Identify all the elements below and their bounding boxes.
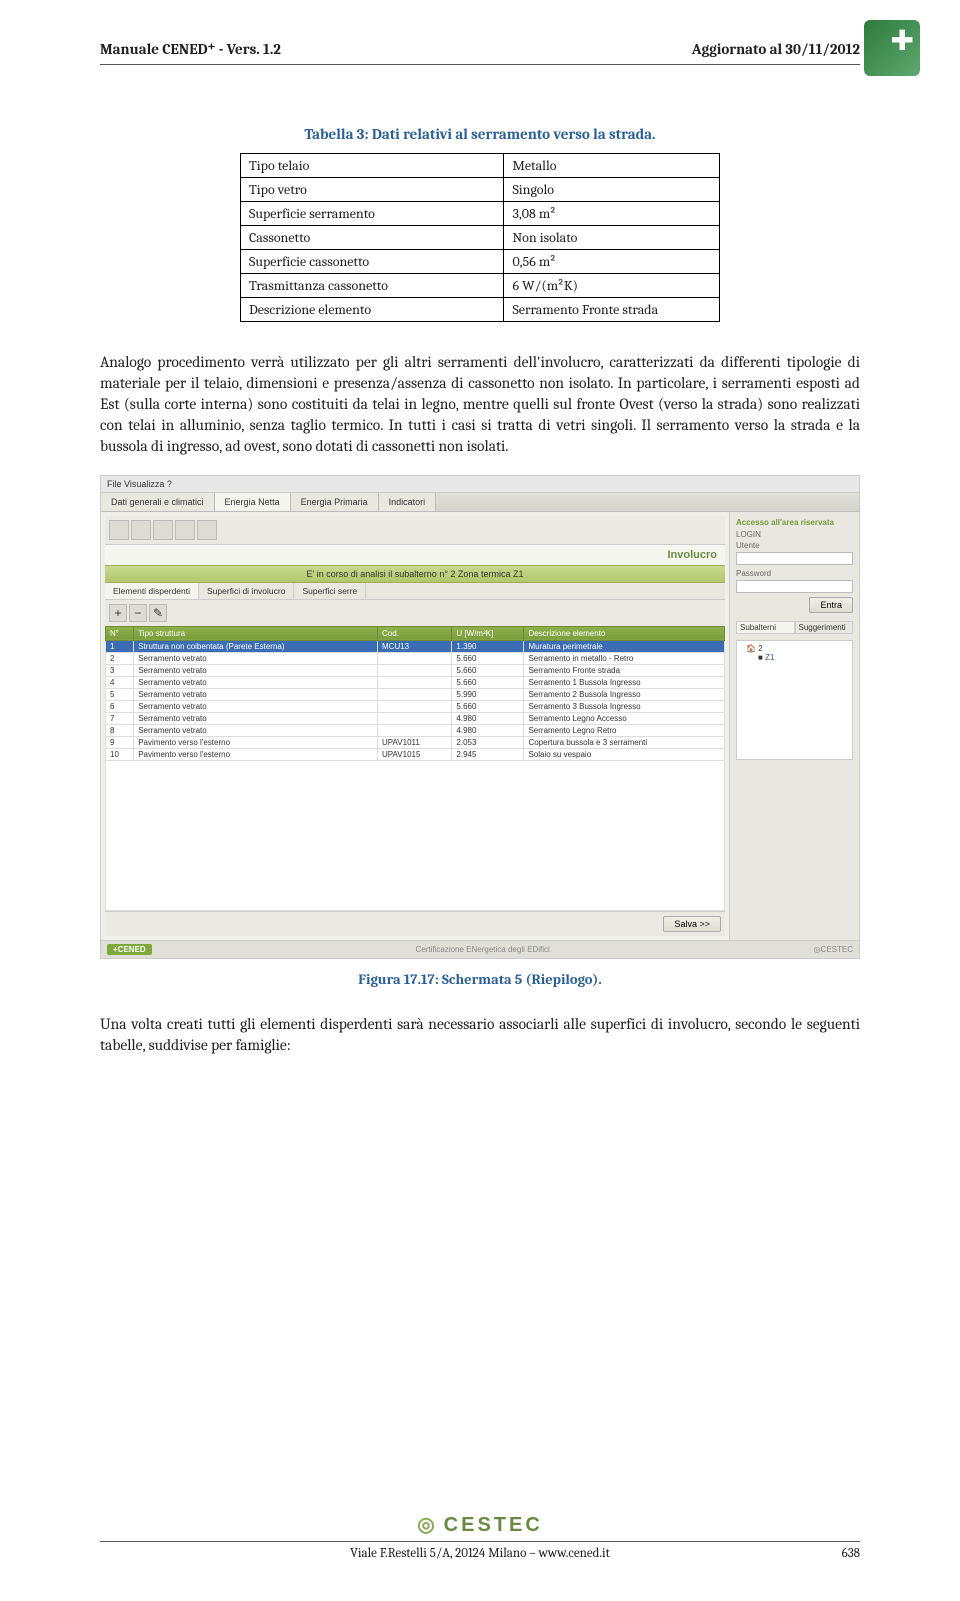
side-heading: Accesso all'area riservata [736, 518, 853, 527]
footer-address: Viale F.Restelli 5/A, 20124 Milano – www… [150, 1546, 810, 1561]
grid-row[interactable]: 2Serramento vetrato5.660Serramento in me… [106, 652, 725, 664]
status-bar: E' in corso di analisi il subalterno n° … [105, 565, 725, 583]
cestec-brand-small: ◎CESTEC [814, 945, 853, 954]
header-left: Manuale CENED⁺ - Vers. 1.2 [100, 40, 281, 58]
footer-logo: CESTEC [100, 1512, 860, 1537]
footer-rule [100, 1541, 860, 1542]
entra-button[interactable]: Entra [809, 597, 853, 613]
data-table: Tipo telaioMetalloTipo vetroSingoloSuper… [240, 153, 720, 322]
figure-caption: Figura 17.17: Schermata 5 (Riepilogo). [100, 971, 860, 988]
header-rule [100, 64, 860, 65]
subtab-superfici-serre[interactable]: Superfici serre [294, 583, 366, 599]
table-row: Superficie serramento3,08 m² [241, 202, 720, 226]
tab-energia-netta[interactable]: Energia Netta [215, 493, 291, 511]
brand-logo-icon [864, 20, 920, 76]
table-row: Descrizione elementoSerramento Fronte st… [241, 298, 720, 322]
cestec-logo-icon: CESTEC [417, 1512, 543, 1537]
col-desc[interactable]: Descrizione elemento [524, 626, 725, 640]
col-tipo[interactable]: Tipo struttura [134, 626, 378, 640]
app-footer-center: Certificazione ENergetica degli EDifici [415, 945, 549, 954]
toolbar-icon[interactable] [109, 520, 129, 540]
tab-dati-generali[interactable]: Dati generali e climatici [101, 493, 215, 511]
grid-row[interactable]: 10Pavimento verso l'esternoUPAV10152.945… [106, 748, 725, 760]
grid-footer: Salva >> [105, 911, 725, 936]
grid-row[interactable]: 6Serramento vetrato5.660Serramento 3 Bus… [106, 700, 725, 712]
toolbar-icon[interactable] [175, 520, 195, 540]
grid-toolbar: + − ✎ [105, 600, 725, 626]
toolbar-icon[interactable] [153, 520, 173, 540]
table-row: Trasmittanza cassonetto6 W/(m²K) [241, 274, 720, 298]
side-tab-suggerimenti[interactable]: Suggerimenti [795, 621, 854, 634]
icon-toolbar [105, 516, 725, 545]
tab-energia-primaria[interactable]: Energia Primaria [291, 493, 379, 511]
sub-tabs: Elementi disperdenti Superfici di involu… [105, 583, 725, 600]
page-footer: CESTEC Viale F.Restelli 5/A, 20124 Milan… [100, 1512, 860, 1561]
tree-root[interactable]: 2 [758, 644, 762, 653]
page-header: Manuale CENED⁺ - Vers. 1.2 Aggiornato al… [100, 40, 860, 58]
side-tab-subalterni[interactable]: Subalterni [736, 621, 795, 634]
tab-indicatori[interactable]: Indicatori [379, 493, 437, 511]
toolbar-icon[interactable] [131, 520, 151, 540]
paragraph-1: Analogo procedimento verrà utilizzato pe… [100, 352, 860, 457]
grid-empty-area [105, 761, 725, 911]
elements-grid[interactable]: N° Tipo struttura Cod. U [W/m²K] Descriz… [105, 626, 725, 761]
col-n[interactable]: N° [106, 626, 134, 640]
cened-brand: +CENED [107, 944, 152, 955]
subtab-superfici-involucro[interactable]: Superfici di involucro [199, 583, 294, 599]
grid-row[interactable]: 3Serramento vetrato5.660Serramento Front… [106, 664, 725, 676]
menubar[interactable]: File Visualizza ? [101, 476, 859, 493]
paragraph-2: Una volta creati tutti gli elementi disp… [100, 1014, 860, 1056]
section-banner: Involucro [105, 545, 725, 565]
edit-icon[interactable]: ✎ [149, 604, 167, 622]
utente-label: Utente [736, 541, 853, 550]
salva-button[interactable]: Salva >> [663, 916, 721, 932]
table-row: Tipo telaioMetallo [241, 154, 720, 178]
app-screenshot: File Visualizza ? Dati generali e climat… [100, 475, 860, 959]
grid-row[interactable]: 9Pavimento verso l'esternoUPAV10112.053C… [106, 736, 725, 748]
password-label: Password [736, 569, 853, 578]
subtab-elementi[interactable]: Elementi disperdenti [105, 583, 199, 599]
col-u[interactable]: U [W/m²K] [452, 626, 524, 640]
grid-row[interactable]: 8Serramento vetrato4.980Serramento Legno… [106, 724, 725, 736]
grid-row[interactable]: 4Serramento vetrato5.660Serramento 1 Bus… [106, 676, 725, 688]
login-label: LOGIN [736, 530, 853, 539]
add-icon[interactable]: + [109, 604, 127, 622]
grid-row[interactable]: 5Serramento vetrato5.990Serramento 2 Bus… [106, 688, 725, 700]
password-input[interactable] [736, 580, 853, 593]
table-row: Tipo vetroSingolo [241, 178, 720, 202]
grid-row[interactable]: 1Struttura non coibentata (Parete Estern… [106, 640, 725, 652]
toolbar-icon[interactable] [197, 520, 217, 540]
table-row: Superficie cassonetto0,56 m² [241, 250, 720, 274]
utente-input[interactable] [736, 552, 853, 565]
header-right: Aggiornato al 30/11/2012 [692, 40, 860, 58]
col-cod[interactable]: Cod. [378, 626, 452, 640]
grid-row[interactable]: 7Serramento vetrato4.980Serramento Legno… [106, 712, 725, 724]
table-caption: Tabella 3: Dati relativi al serramento v… [100, 125, 860, 143]
table-row: CassonettoNon isolato [241, 226, 720, 250]
tree-child[interactable]: Z1 [765, 653, 774, 662]
app-footer: +CENED Certificazione ENergetica degli E… [101, 940, 859, 958]
main-tabs: Dati generali e climatici Energia Netta … [101, 493, 859, 512]
page-number: 638 [810, 1546, 860, 1561]
tree-view[interactable]: 🏠 2 ■ Z1 [736, 640, 853, 760]
remove-icon[interactable]: − [129, 604, 147, 622]
side-panel: Accesso all'area riservata LOGIN Utente … [729, 512, 859, 940]
